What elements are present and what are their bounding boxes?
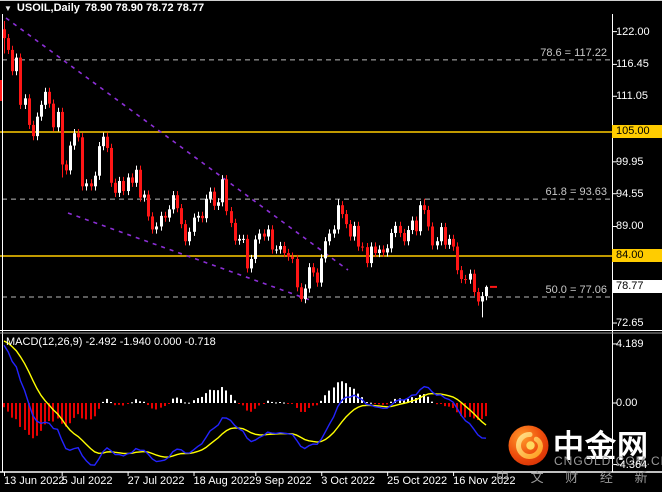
price-axis-label: 89.00 (616, 220, 644, 233)
macd-axis-label: -4.364 (616, 458, 648, 471)
watermark: 中金网 CNGOLD.COM.CN 中 文 财 经 新 媒 体 (490, 420, 662, 490)
macd-axis-label: 4.189 (616, 337, 644, 350)
fib-level-label: 61.8 = 93.63 (545, 186, 607, 199)
chart-ohlc-values: 78.90 78.90 78.72 78.77 (84, 2, 205, 14)
price-axis-label: 116.45 (616, 58, 649, 71)
price-axis-label: 99.95 (616, 155, 644, 168)
current-price-badge: 78.77 (612, 279, 662, 293)
date-axis-label: 27 Jul 2022 (127, 475, 185, 487)
macd-indicator-label: MACD(12,26,9) -2.492 -1.940 0.000 -0.718 (6, 336, 216, 348)
date-axis-label: 9 Sep 2022 (255, 475, 312, 487)
chart-symbol-period: USOIL,Daily (16, 2, 80, 14)
price-axis-label: 72.65 (616, 317, 644, 330)
price-level-badge: 84.00 (612, 249, 662, 262)
fib-level-label: 78.6 = 117.22 (540, 46, 607, 59)
price-axis-label: 94.55 (616, 187, 644, 200)
symbol-dropdown-icon[interactable]: ▼ (4, 4, 12, 13)
chart-header: ▼ USOIL,Daily 78.90 78.90 78.72 78.77 (4, 2, 204, 14)
cngold-logo-icon (508, 425, 549, 466)
date-axis-label: 25 Oct 2022 (387, 475, 448, 487)
macd-axis-label: 0.00 (616, 397, 638, 409)
date-axis-label: 13 Jun 2022 (4, 475, 65, 487)
date-axis-label: 5 Jul 2022 (61, 475, 113, 487)
date-axis-label: 3 Oct 2022 (321, 475, 376, 487)
price-level-badge: 105.00 (612, 125, 662, 138)
price-axis-label: 111.05 (616, 90, 649, 103)
date-axis-label: 18 Aug 2022 (193, 475, 256, 487)
fib-level-label: 50.0 = 77.06 (545, 283, 607, 296)
mt4-chart-window: ▼ USOIL,Daily 78.90 78.90 78.72 78.77 MA… (0, 0, 662, 492)
chart-canvas[interactable] (0, 0, 662, 492)
price-axis-label: 122.00 (616, 25, 650, 38)
